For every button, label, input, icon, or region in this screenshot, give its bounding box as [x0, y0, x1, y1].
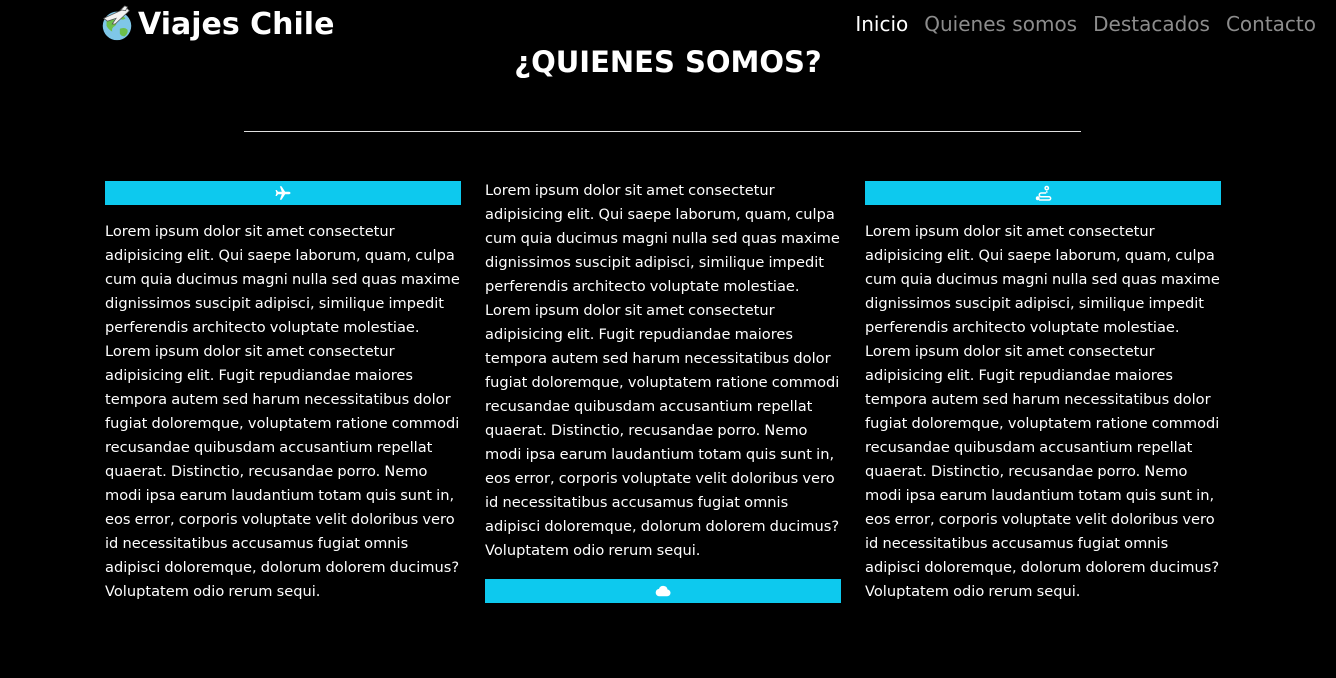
nav-item-contacto[interactable]: Contacto: [1226, 12, 1316, 36]
brand-name: Viajes Chile: [138, 6, 335, 42]
info-column-1: Lorem ipsum dolor sit amet consectetur a…: [105, 181, 461, 604]
globe-plane-logo-icon: [102, 5, 132, 41]
column-2-icon-bar: [485, 579, 841, 603]
cloud-icon: [655, 585, 671, 597]
column-3-text: Lorem ipsum dolor sit amet consectetur a…: [865, 223, 1220, 600]
column-1-icon-bar: [105, 181, 461, 205]
brand-link[interactable]: Viajes Chile: [98, 4, 334, 44]
column-3-icon-bar: [865, 181, 1221, 205]
divider: [244, 131, 1081, 132]
route-icon: [1035, 185, 1052, 201]
nav-item-quienes-somos[interactable]: Quienes somos: [924, 12, 1077, 36]
info-column-3: Lorem ipsum dolor sit amet consectetur a…: [865, 181, 1221, 604]
plane-icon: [275, 186, 291, 200]
column-1-text: Lorem ipsum dolor sit amet consectetur a…: [105, 223, 460, 600]
page: Viajes Chile Inicio Quienes somos Destac…: [0, 0, 1336, 678]
main-nav: Inicio Quienes somos Destacados Contacto: [855, 12, 1316, 36]
info-column-2: Lorem ipsum dolor sit amet consectetur a…: [485, 181, 841, 603]
nav-item-destacados[interactable]: Destacados: [1093, 12, 1210, 36]
section-title: ¿QUIENES SOMOS?: [514, 45, 822, 79]
column-2-text: Lorem ipsum dolor sit amet consectetur a…: [485, 182, 840, 559]
nav-item-inicio[interactable]: Inicio: [855, 12, 908, 36]
